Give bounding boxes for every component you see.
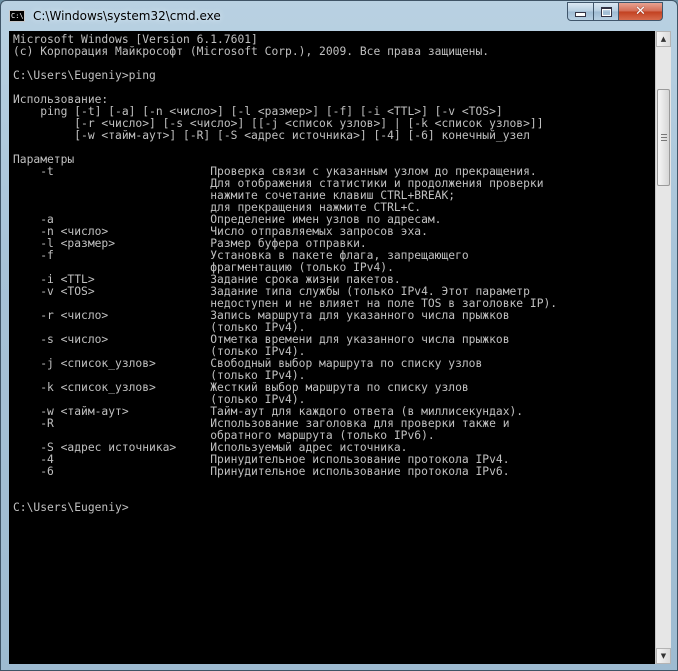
minimize-button[interactable]	[567, 2, 594, 21]
cmd-app-icon[interactable]: C:\	[9, 10, 25, 22]
console-output[interactable]: Microsoft Windows [Version 6.1.7601] (c)…	[9, 31, 655, 664]
console-line: C:\Users\Eugeniy>	[13, 501, 129, 514]
console-text: Microsoft Windows [Version 6.1.7601] (c)…	[9, 31, 655, 514]
scrollbar-thumb[interactable]	[657, 89, 670, 186]
console-line: [-w <тайм-аут>] [-R] [-S <адрес источник…	[13, 129, 530, 142]
minimize-icon	[575, 12, 586, 17]
thumb-grip-line	[661, 140, 667, 141]
close-icon: ✕	[635, 4, 646, 19]
console-line: C:\Users\Eugeniy>ping	[13, 69, 156, 82]
console-line: (c) Корпорация Майкрософт (Microsoft Cor…	[13, 45, 490, 58]
maximize-icon	[600, 6, 612, 17]
close-button[interactable]: ✕	[618, 2, 663, 21]
title-bar[interactable]: C:\ C:\Windows\system32\cmd.exe ✕	[1, 1, 677, 31]
scroll-up-button[interactable]: ▲	[656, 31, 671, 47]
scroll-down-arrow-icon: ▼	[660, 652, 667, 660]
thumb-grip-line	[661, 137, 667, 138]
scroll-up-arrow-icon: ▲	[660, 35, 667, 43]
thumb-grip-line	[661, 134, 667, 135]
maximize-button[interactable]	[593, 2, 619, 21]
scroll-down-button[interactable]: ▼	[656, 648, 671, 664]
vertical-scrollbar[interactable]: ▲ ▼	[655, 31, 671, 664]
window-title: C:\Windows\system32\cmd.exe	[33, 9, 221, 23]
console-line: -6 Принудительное использование протокол…	[13, 465, 510, 478]
cmd-app-icon-label: C:\	[11, 12, 24, 20]
cmd-window: C:\ C:\Windows\system32\cmd.exe ✕ Micros…	[0, 0, 678, 671]
